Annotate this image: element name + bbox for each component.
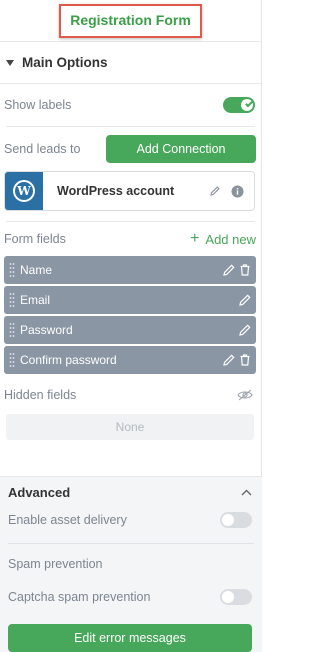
asset-delivery-toggle[interactable]	[220, 512, 252, 528]
form-settings-panel: Registration Form Main Options Show labe…	[0, 0, 262, 652]
form-fields-label: Form fields	[4, 232, 66, 246]
wordpress-icon: W	[13, 180, 35, 202]
form-field-confirm-password[interactable]: Confirm password	[4, 346, 256, 374]
field-name: Name	[20, 263, 53, 277]
hidden-fields-head: Hidden fields	[0, 376, 261, 414]
info-icon	[231, 185, 243, 197]
send-leads-label: Send leads to	[4, 142, 81, 156]
show-labels-label: Show labels	[4, 98, 72, 112]
main-options-header[interactable]: Main Options	[0, 42, 261, 84]
connection-card: W WordPress account	[4, 171, 255, 211]
form-field-name[interactable]: Name	[4, 256, 256, 284]
connection-info-button[interactable]	[226, 180, 248, 202]
connection-name: WordPress account	[57, 184, 175, 198]
drag-handle-icon[interactable]	[4, 322, 20, 338]
toggle-knob	[222, 514, 234, 526]
form-field-email[interactable]: Email	[4, 286, 256, 314]
form-field-password[interactable]: Password	[4, 316, 256, 344]
edit-error-messages-button[interactable]: Edit error messages	[8, 624, 252, 652]
field-name: Confirm password	[20, 353, 117, 367]
pencil-icon[interactable]	[238, 323, 252, 337]
advanced-section: Advanced Enable asset delivery Spam prev…	[0, 476, 262, 652]
drag-handle-icon[interactable]	[4, 292, 20, 308]
captcha-label: Captcha spam prevention	[8, 590, 151, 604]
pencil-icon[interactable]	[222, 263, 236, 277]
trash-icon[interactable]	[238, 353, 252, 367]
form-fields-head: Form fields + Add new	[0, 222, 261, 256]
add-connection-button[interactable]: Add Connection	[106, 135, 256, 163]
pencil-icon	[210, 186, 220, 196]
drag-handle-icon[interactable]	[4, 262, 20, 278]
caret-down-icon	[6, 59, 14, 66]
spam-prevention-head: Spam prevention	[0, 544, 262, 584]
field-name: Password	[20, 323, 73, 337]
asset-delivery-label: Enable asset delivery	[8, 513, 127, 527]
title-highlight-box: Registration Form	[59, 3, 202, 38]
trash-icon[interactable]	[238, 263, 252, 277]
edit-connection-button[interactable]	[204, 180, 226, 202]
send-leads-row: Send leads to Add Connection	[0, 127, 261, 171]
show-labels-toggle[interactable]	[223, 97, 255, 113]
advanced-header[interactable]: Advanced	[0, 477, 262, 507]
wordpress-logo: W	[5, 172, 43, 210]
eye-slash-icon[interactable]	[237, 389, 253, 401]
chevron-up-icon	[241, 489, 252, 495]
hidden-fields-empty: None	[6, 414, 254, 440]
hidden-fields-label: Hidden fields	[4, 388, 77, 402]
captcha-row: Captcha spam prevention	[0, 584, 262, 610]
add-new-label: Add new	[205, 231, 256, 247]
plus-icon: +	[190, 230, 200, 247]
form-title: Registration Form	[70, 11, 191, 28]
toggle-knob	[222, 591, 234, 603]
panel-header: Registration Form	[0, 0, 261, 42]
spam-prevention-label: Spam prevention	[8, 557, 103, 571]
captcha-toggle[interactable]	[220, 589, 252, 605]
drag-handle-icon[interactable]	[4, 352, 20, 368]
main-options-label: Main Options	[22, 55, 108, 70]
pencil-icon[interactable]	[222, 353, 236, 367]
add-new-field-button[interactable]: + Add new	[190, 231, 256, 247]
asset-delivery-row: Enable asset delivery	[0, 507, 262, 533]
advanced-label: Advanced	[8, 484, 71, 500]
pencil-icon[interactable]	[238, 293, 252, 307]
form-field-list: Name Email Password Confirm password	[0, 256, 261, 374]
show-labels-row: Show labels	[0, 84, 261, 126]
field-name: Email	[20, 293, 51, 307]
